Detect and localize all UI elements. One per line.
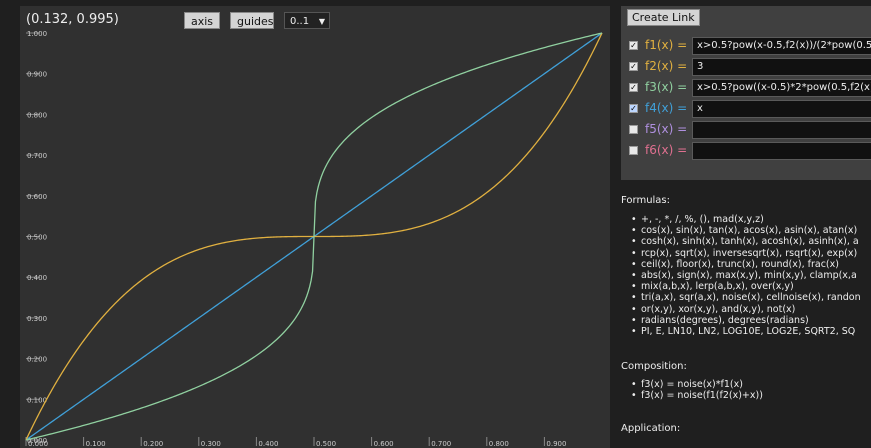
function-checkbox[interactable]: ✓ xyxy=(629,41,638,50)
x-tick-label: 0.900 xyxy=(546,440,566,448)
range-select[interactable]: 0..1 ▼ xyxy=(284,12,330,29)
function-expression-input[interactable]: x>0.5?pow(x-0.5,f2(x))/(2*pow(0.5,f2 xyxy=(692,37,871,55)
help-list-item: PI, E, LN10, LN2, LOG10E, LOG2E, SQRT2, … xyxy=(631,326,861,337)
help-list-item: f3(x) = noise(f1(f2(x)+x)) xyxy=(631,390,763,401)
x-tick-label: 0.300 xyxy=(201,440,221,448)
function-checkbox[interactable] xyxy=(629,146,638,155)
composition-list: f3(x) = noise(x)*f1(x)f3(x) = noise(f1(f… xyxy=(631,379,763,402)
help-list-item: cos(x), sin(x), tan(x), acos(x), asin(x)… xyxy=(631,225,861,236)
y-tick-label: 0.700 xyxy=(27,152,47,160)
axis-toggle-button[interactable]: axis xyxy=(184,12,220,29)
y-tick-label: 0.300 xyxy=(27,315,47,323)
cursor-coordinates: (0.132, 0.995) xyxy=(26,12,119,27)
help-list-item: cosh(x), sinh(x), tanh(x), acosh(x), asi… xyxy=(631,236,861,247)
help-list-item: abs(x), sign(x), max(x,y), min(x,y), cla… xyxy=(631,270,861,281)
range-select-value: 0..1 xyxy=(290,16,310,27)
function-expression-input[interactable]: x>0.5?pow((x-0.5)*2*pow(0.5,f2(x)), xyxy=(692,79,871,97)
help-list-item: tri(a,x), sqr(a,x), noise(x), cellnoise(… xyxy=(631,292,861,303)
function-label: f2(x) = xyxy=(645,59,688,73)
function-row-f3: ✓ f3(x) = x>0.5?pow((x-0.5)*2*pow(0.5,f2(x… xyxy=(629,79,871,97)
x-tick-label: 0.000 xyxy=(28,440,48,448)
function-expression-input[interactable]: 3 xyxy=(692,58,871,76)
help-list-item: mix(a,b,x), lerp(a,b,x), over(x,y) xyxy=(631,281,861,292)
x-tick-label: 0.400 xyxy=(258,440,278,448)
y-tick-label: 0.400 xyxy=(27,274,47,282)
function-row-f6: f6(x) = xyxy=(629,142,871,160)
function-row-f1: ✓ f1(x) = x>0.5?pow(x-0.5,f2(x))/(2*pow(0.… xyxy=(629,37,871,55)
x-tick-label: 0.600 xyxy=(374,440,394,448)
function-expression-input[interactable] xyxy=(692,142,871,160)
function-label: f6(x) = xyxy=(645,143,688,157)
function-checkbox[interactable] xyxy=(629,125,638,134)
help-list-item: f3(x) = noise(x)*f1(x) xyxy=(631,379,763,390)
function-label: f1(x) = xyxy=(645,38,688,52)
formulas-heading: Formulas: xyxy=(621,195,671,206)
y-tick-label: 0.800 xyxy=(27,111,47,119)
guides-toggle-button[interactable]: guides xyxy=(230,12,274,29)
function-row-f2: ✓ f2(x) = 3 xyxy=(629,58,871,76)
help-list-item: ceil(x), floor(x), trunc(x), round(x), f… xyxy=(631,259,861,270)
x-tick-label: 0.100 xyxy=(86,440,106,448)
function-row-f4: ✓ f4(x) = x xyxy=(629,100,871,118)
create-link-button[interactable]: Create Link xyxy=(627,9,700,26)
y-tick-label: 0.500 xyxy=(27,234,47,242)
function-label: f3(x) = xyxy=(645,80,688,94)
function-label: f4(x) = xyxy=(645,101,688,115)
composition-heading: Composition: xyxy=(621,361,687,372)
function-checkbox[interactable]: ✓ xyxy=(629,104,638,113)
function-checkbox[interactable]: ✓ xyxy=(629,83,638,92)
chevron-down-icon: ▼ xyxy=(318,17,325,26)
function-expression-input[interactable]: x xyxy=(692,100,871,118)
help-list-item: +, -, *, /, %, (), mad(x,y,z) xyxy=(631,214,861,225)
help-list-item: rcp(x), sqrt(x), inversesqrt(x), rsqrt(x… xyxy=(631,248,861,259)
function-row-f5: f5(x) = xyxy=(629,121,871,139)
y-tick-label: 0.900 xyxy=(27,71,47,79)
x-tick-label: 0.700 xyxy=(431,440,451,448)
x-tick-label: 0.800 xyxy=(489,440,509,448)
plot-panel[interactable]: 1.000 0.900 0.800 0.700 0.600 0.500 0.400 0.300… xyxy=(20,6,610,448)
x-tick-label: 0.500 xyxy=(316,440,336,448)
y-tick-label: 0.600 xyxy=(27,193,47,201)
y-tick-label: 1.000 xyxy=(27,30,47,38)
function-expression-input[interactable] xyxy=(692,121,871,139)
function-checkbox[interactable]: ✓ xyxy=(629,62,638,71)
application-heading: Application: xyxy=(621,423,681,434)
function-label: f5(x) = xyxy=(645,122,688,136)
formulas-list: +, -, *, /, %, (), mad(x,y,z)cos(x), sin… xyxy=(631,214,861,337)
help-list-item: or(x,y), xor(x,y), and(x,y), not(x) xyxy=(631,304,861,315)
plot-canvas[interactable]: 1.000 0.900 0.800 0.700 0.600 0.500 0.400 0.300… xyxy=(20,6,610,448)
y-tick-label: 0.200 xyxy=(27,356,47,364)
help-list-item: radians(degrees), degrees(radians) xyxy=(631,315,861,326)
x-tick-label: 0.200 xyxy=(143,440,163,448)
function-panel: Create Link ✓ f1(x) = x>0.5?pow(x-0.5,f2(x… xyxy=(621,6,871,180)
